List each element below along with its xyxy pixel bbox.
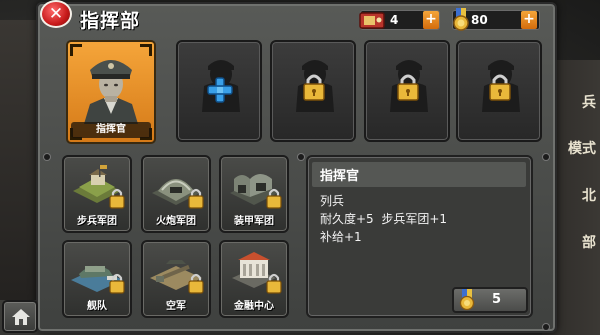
info-rank: 列兵 <box>320 194 345 208</box>
close-icon: ✕ <box>48 4 64 24</box>
game-screen: 兵 模式 北 部 指挥部 ✕ 4 + 80 + 指挥官 步兵军团 火炮军团 装甲… <box>0 0 600 335</box>
upgrade-cost-value: 5 <box>492 292 502 307</box>
medal-icon <box>453 8 469 31</box>
home-button[interactable] <box>2 300 38 333</box>
commander-label: 指挥官 <box>71 122 151 138</box>
general-portrait <box>84 60 138 124</box>
plus-icon <box>207 77 233 103</box>
lock-icon <box>109 188 125 209</box>
bolt-decoration <box>298 154 304 160</box>
add-medal-button[interactable]: + <box>521 11 537 29</box>
branch-label: 火炮军团 <box>156 216 196 227</box>
background-side-text: 兵 <box>582 95 596 111</box>
background-side-text: 北 <box>582 188 596 204</box>
home-icon <box>12 309 30 325</box>
medal-icon <box>459 289 475 311</box>
lock-icon <box>188 188 204 209</box>
lock-icon <box>266 273 282 294</box>
branch-tile-airforce[interactable]: 空军 <box>141 240 211 318</box>
ticket-value: 4 <box>390 13 399 27</box>
branch-tile-navy[interactable]: 舰队 <box>62 240 132 318</box>
lock-icon <box>303 74 325 101</box>
upgrade-cost-button[interactable] <box>452 287 528 313</box>
branch-label: 空军 <box>166 301 186 312</box>
lock-icon <box>397 74 419 101</box>
info-bonus: 耐久度+5 步兵军团+1 <box>320 212 448 226</box>
background-side-text: 模式 <box>568 141 596 157</box>
info-title: 指挥官 <box>320 169 360 184</box>
branch-tile-infantry[interactable]: 步兵军团 <box>62 155 132 233</box>
branch-label: 金融中心 <box>234 301 274 312</box>
bolt-decoration <box>543 324 549 330</box>
lock-icon <box>266 188 282 209</box>
close-button[interactable]: ✕ <box>40 0 72 28</box>
lock-icon <box>188 273 204 294</box>
branch-tile-finance[interactable]: 金融中心 <box>219 240 289 318</box>
branch-label: 步兵军团 <box>77 216 117 227</box>
background-side-text: 部 <box>582 235 596 251</box>
ticket-icon <box>359 12 385 29</box>
officer-slot-add[interactable] <box>176 40 262 142</box>
branch-tile-artillery[interactable]: 火炮军团 <box>141 155 211 233</box>
add-ticket-button[interactable]: + <box>423 11 439 29</box>
bolt-decoration <box>44 154 50 160</box>
bolt-decoration <box>543 154 549 160</box>
officer-slot-locked[interactable] <box>456 40 542 142</box>
page-title: 指挥部 <box>80 10 141 32</box>
lock-icon <box>489 74 511 101</box>
officer-slot-locked[interactable] <box>270 40 356 142</box>
branch-label: 舰队 <box>87 301 107 312</box>
lock-icon <box>109 273 125 294</box>
medal-value: 80 <box>471 13 488 27</box>
branch-tile-armor[interactable]: 装甲军团 <box>219 155 289 233</box>
officer-slot-locked[interactable] <box>364 40 450 142</box>
info-supply: 补给+1 <box>320 230 362 244</box>
branch-label: 装甲军团 <box>234 216 274 227</box>
background-building <box>0 20 40 300</box>
